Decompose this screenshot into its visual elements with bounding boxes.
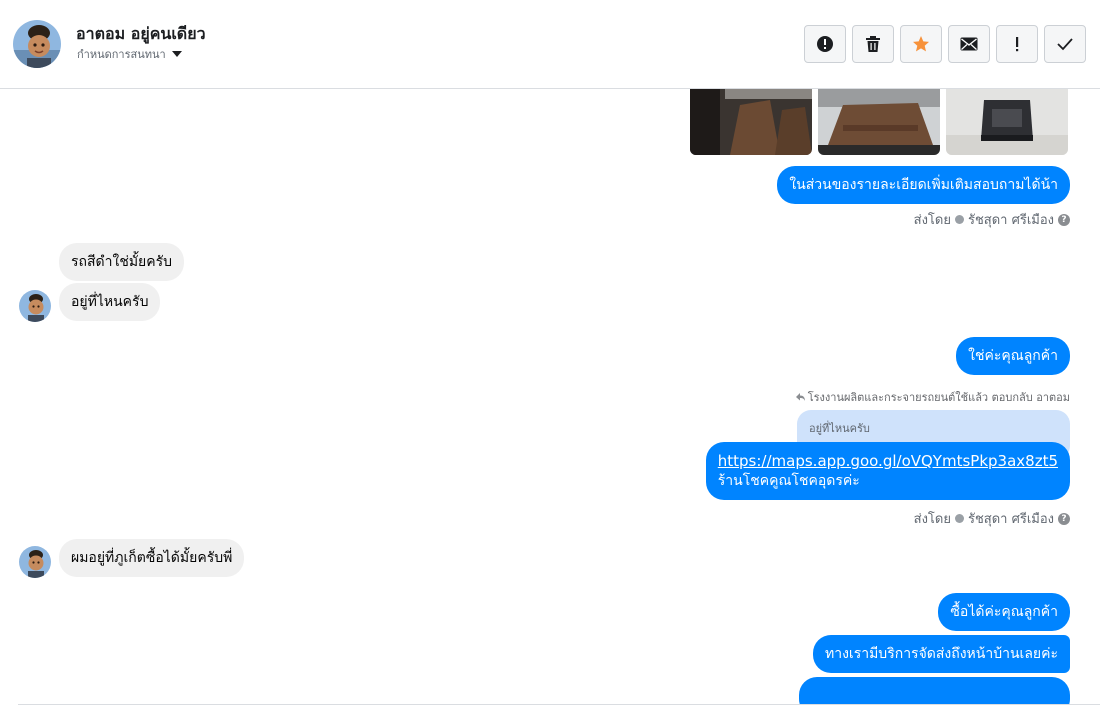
help-icon[interactable]: ? [1058,213,1070,226]
reply-note-text: โรงงานผลิตและกระจายรถยนต์ใช้แล้ว ตอบกลับ… [807,391,1070,404]
checkmark-icon [1057,38,1073,51]
attachment-image[interactable] [946,89,1068,155]
message-link[interactable]: https://maps.app.goo.gl/oVQYmtsPkp3ax8zt… [718,451,1058,471]
message-bubble-outgoing-partial[interactable] [799,677,1070,704]
star-button[interactable] [900,25,942,63]
sent-by-prefix: ส่งโดย [913,512,951,527]
message-bubble-outgoing[interactable]: ในส่วนของรายละเอียดเพิ่มเติมสอบถามได้น้า [777,166,1070,204]
check-icon [954,215,964,224]
sent-by-info: ส่งโดย รัชสุดา ศรีเมือง ? [914,508,1070,529]
messenger-app: อาตอม อยู่คนเดียว กำหนดการสนทนา ในส่วนขอ… [0,0,1100,705]
sent-by-prefix: ส่งโดย [913,213,951,228]
conversation-settings-label: กำหนดการสนทนา [77,48,166,61]
reply-arrow-icon [795,393,805,401]
message-thread[interactable]: ในส่วนของรายละเอียดเพิ่มเติมสอบถามได้น้า… [0,89,1100,704]
contact-avatar-small[interactable] [19,546,51,578]
message-bubble-incoming[interactable]: รถสีดำใช่มั้ยครับ [59,243,185,281]
message-bubble-outgoing[interactable]: ทางเรามีบริการจัดส่งถึงหน้าบ้านเลยค่ะ [812,635,1070,673]
spam-button[interactable] [804,25,846,63]
header-actions [804,25,1086,63]
contact-name[interactable]: อาตอม อยู่คนเดียว [76,22,206,47]
mark-unread-button[interactable] [948,25,990,63]
message-bubble-incoming[interactable]: อยู่ที่ไหนครับ [59,283,161,321]
contact-avatar[interactable] [13,20,61,68]
conversation-settings-dropdown[interactable]: กำหนดการสนทนา [77,45,182,63]
trash-icon [866,36,880,52]
alert-circle-icon [817,36,833,52]
check-icon [954,514,964,523]
delete-button[interactable] [852,25,894,63]
caret-down-icon [171,51,182,57]
conversation-header: อาตอม อยู่คนเดียว กำหนดการสนทนา [0,0,1100,89]
mail-icon [960,37,978,51]
sender-name: รัชสุดา ศรีเมือง [967,512,1054,527]
message-bubble-outgoing[interactable]: https://maps.app.goo.gl/oVQYmtsPkp3ax8zt… [705,442,1070,500]
follow-up-button[interactable] [996,25,1038,63]
reply-note: โรงงานผลิตและกระจายรถยนต์ใช้แล้ว ตอบกลับ… [795,388,1070,406]
help-icon[interactable]: ? [1058,512,1070,525]
sender-name: รัชสุดา ศรีเมือง [967,213,1054,228]
mark-done-button[interactable] [1044,25,1086,63]
sent-by-info: ส่งโดย รัชสุดา ศรีเมือง ? [914,209,1070,230]
message-bubble-outgoing[interactable]: ใช่ค่ะคุณลูกค้า [956,337,1070,375]
contact-avatar-small[interactable] [19,290,51,322]
attachment-image[interactable] [818,89,940,155]
message-bubble-incoming[interactable]: ผมอยู่ที่ภูเก็ตซื้อได้มั้ยครับพี่ [59,539,245,577]
message-bubble-outgoing[interactable]: ซื้อได้ค่ะคุณลูกค้า [938,593,1070,631]
exclamation-icon [1016,37,1019,52]
star-icon [913,36,929,52]
message-text: ร้านโชคคูณโชคอุดรค่ะ [717,473,860,489]
attachment-image[interactable] [690,89,812,155]
